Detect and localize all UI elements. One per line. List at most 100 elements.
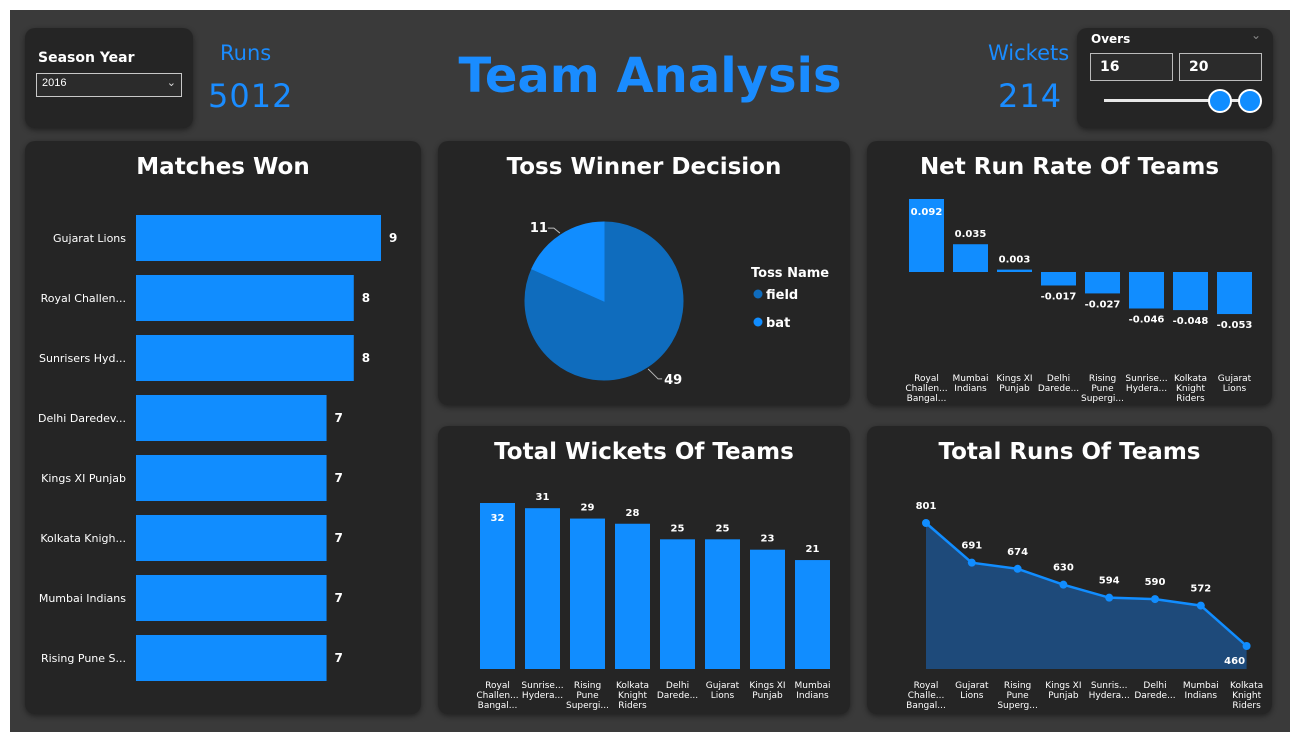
legend-title: Toss Name bbox=[751, 266, 829, 281]
wickets-label: Wickets bbox=[988, 41, 1070, 65]
bar-value-label: 7 bbox=[335, 591, 343, 605]
bar-category-label: Kolkata Knight Riders bbox=[616, 681, 649, 711]
runs-label: Runs bbox=[220, 41, 272, 65]
bar-value-label: 7 bbox=[335, 651, 343, 665]
category-label: Royal Challe... Bangal... bbox=[906, 681, 946, 711]
overs-max-input[interactable]: 20 bbox=[1179, 53, 1262, 81]
bar-value-label: 0.035 bbox=[955, 229, 987, 240]
wickets-value: 214 bbox=[998, 77, 1063, 115]
legend-marker bbox=[753, 289, 763, 299]
pie-value-label: 49 bbox=[664, 373, 682, 388]
line-point bbox=[1013, 564, 1022, 573]
category-label: Gujarat Lions bbox=[955, 681, 989, 701]
bar bbox=[997, 269, 1032, 272]
overs-min-input[interactable]: 16 bbox=[1090, 53, 1173, 81]
season-dropdown[interactable]: 2016 ⌄ bbox=[36, 73, 182, 97]
bar-category-label: Sunrise... Hydera... bbox=[521, 681, 563, 701]
bar-category-label: Sunrise... Hydera... bbox=[1125, 374, 1167, 394]
point-value-label: 594 bbox=[1099, 576, 1120, 587]
toss-decision-card: Toss Winner Decision 49 11 Toss Name field b… bbox=[438, 141, 850, 405]
bar bbox=[1129, 272, 1164, 309]
bar-value-label: -0.017 bbox=[1041, 291, 1077, 302]
category-label: Kolkata Knight Riders bbox=[1230, 681, 1263, 711]
bar bbox=[570, 518, 605, 669]
line-point bbox=[967, 558, 976, 567]
point-value-label: 801 bbox=[916, 501, 937, 512]
bar bbox=[136, 215, 381, 261]
line-point bbox=[1105, 593, 1114, 602]
dashboard-canvas: Season Year 2016 ⌄ Runs 5012 Team Analys… bbox=[10, 10, 1290, 732]
pie-leader-line bbox=[647, 368, 663, 380]
bar-category-label: Kings XI Punjab bbox=[41, 472, 126, 485]
bar bbox=[136, 275, 354, 321]
category-label: Rising Pune Superg... bbox=[997, 681, 1038, 711]
bar bbox=[750, 549, 785, 669]
toss-decision-chart: 49 11 Toss Name field bat bbox=[524, 221, 829, 388]
bar-value-label: 8 bbox=[362, 291, 370, 305]
bar-value-label: 7 bbox=[335, 531, 343, 545]
bar bbox=[615, 523, 650, 669]
bar-value-label: 0.092 bbox=[911, 207, 943, 218]
total-runs-chart: 801 Royal Challe... Bangal... 691 Gujarat Lion… bbox=[906, 501, 1263, 711]
bar bbox=[1085, 272, 1120, 294]
bar bbox=[136, 515, 327, 561]
page-title: Team Analysis bbox=[458, 48, 842, 104]
bar bbox=[705, 539, 740, 669]
bar-value-label: 31 bbox=[536, 492, 550, 503]
legend-label: bat bbox=[766, 316, 790, 331]
bar bbox=[660, 539, 695, 669]
bar-category-label: Mumbai Indians bbox=[795, 681, 831, 701]
total-runs-card: Total Runs Of Teams 801 Royal Challe... Ban… bbox=[867, 426, 1272, 714]
line-point bbox=[1242, 642, 1251, 650]
bar-value-label: 32 bbox=[491, 513, 505, 524]
bar-category-label: Delhi Darede... bbox=[1038, 374, 1079, 394]
legend-label: field bbox=[766, 288, 798, 303]
bar-category-label: Gujarat Lions bbox=[1218, 374, 1252, 394]
overs-slider-handle-min[interactable] bbox=[1208, 89, 1232, 113]
bar bbox=[136, 395, 327, 441]
bar-category-label: Kolkata Knight Riders bbox=[1174, 374, 1207, 404]
bar-value-label: 25 bbox=[671, 523, 685, 534]
bar-value-label: 25 bbox=[716, 523, 730, 534]
bar-category-label: Royal Challen... Bangal... bbox=[905, 374, 947, 404]
matches-won-card: Matches Won Gujarat Lions 9 Royal Challen.… bbox=[25, 141, 421, 714]
point-value-label: 460 bbox=[1224, 656, 1245, 667]
runs-value: 5012 bbox=[208, 77, 294, 115]
point-value-label: 590 bbox=[1145, 577, 1166, 588]
bar bbox=[1041, 272, 1076, 286]
bar-value-label: -0.053 bbox=[1217, 320, 1253, 331]
bar-value-label: 21 bbox=[806, 544, 820, 555]
bar-category-label: Kings XI Punjab bbox=[996, 374, 1032, 394]
bar-value-label: -0.048 bbox=[1173, 316, 1209, 327]
overs-slider-handle-max[interactable] bbox=[1238, 89, 1262, 113]
point-value-label: 674 bbox=[1007, 547, 1028, 558]
bar-value-label: 9 bbox=[389, 231, 397, 245]
bar bbox=[1173, 272, 1208, 311]
bar bbox=[136, 335, 354, 381]
bar bbox=[525, 508, 560, 669]
net-run-rate-chart: 0.092 Royal Challen... Bangal... 0.035 Mumbai… bbox=[905, 199, 1253, 404]
bar-category-label: Delhi Darede... bbox=[657, 681, 698, 701]
bar-category-label: Mumbai Indians bbox=[953, 374, 989, 394]
total-wickets-chart: 32 Royal Challen... Bangal... 31 Sunrise... Hy… bbox=[476, 492, 831, 711]
line-point bbox=[922, 519, 930, 527]
line-point bbox=[1151, 595, 1159, 604]
bar-value-label: 28 bbox=[626, 508, 640, 519]
line-point bbox=[1059, 580, 1068, 589]
category-label: Delhi Darede... bbox=[1134, 681, 1175, 701]
bar bbox=[480, 503, 515, 669]
bar-category-label: Gujarat Lions bbox=[706, 681, 740, 701]
bar-category-label: Rising Pune Supergi... bbox=[566, 681, 609, 711]
bar-category-label: Gujarat Lions bbox=[53, 232, 126, 245]
bar-value-label: 0.003 bbox=[999, 255, 1031, 266]
bar-value-label: 7 bbox=[335, 411, 343, 425]
category-label: Mumbai Indians bbox=[1183, 681, 1219, 701]
bar-value-label: 23 bbox=[761, 534, 775, 545]
chevron-down-icon[interactable]: ⌄ bbox=[1251, 28, 1261, 42]
bar-category-label: Kings XI Punjab bbox=[749, 681, 785, 701]
category-label: Kings XI Punjab bbox=[1045, 681, 1081, 701]
season-slicer: Season Year 2016 ⌄ bbox=[25, 28, 193, 128]
pie-value-label: 11 bbox=[530, 221, 548, 236]
bar-category-label: Rising Pune S... bbox=[41, 652, 126, 665]
point-value-label: 630 bbox=[1053, 563, 1074, 574]
